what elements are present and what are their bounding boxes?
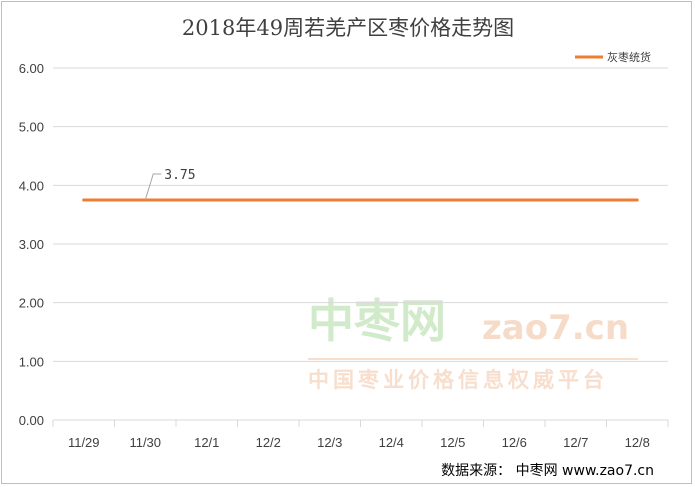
- chart-frame: 2018年49周若羌产区枣价格走势图 中枣网 zao7.cn 中国枣业价格信息权…: [1, 1, 692, 484]
- y-tick-label: 2.00: [19, 296, 44, 311]
- data-label: 3.75: [164, 168, 195, 183]
- legend-label: 灰枣统货: [607, 50, 651, 64]
- x-tick-label: 11/30: [129, 435, 161, 450]
- x-tick-label: 12/6: [502, 435, 527, 450]
- y-tick-labels: 0.00 1.00 2.00 3.00 4.00 5.00 6.00: [19, 61, 44, 428]
- legend: 灰枣统货: [575, 50, 651, 64]
- x-tick-label: 12/3: [317, 435, 342, 450]
- x-tick-label: 12/2: [256, 435, 281, 450]
- watermark-logo-latin: zao7.cn: [482, 308, 629, 348]
- y-tick-label: 6.00: [19, 61, 44, 76]
- data-point: [328, 198, 332, 202]
- x-tick-label: 11/29: [68, 435, 100, 450]
- data-point: [574, 198, 578, 202]
- watermark-logo: 中枣网: [308, 294, 446, 348]
- x-tick-labels: 11/29 11/30 12/1 12/2 12/3 12/4 12/5 12/6 12/7 12…: [68, 435, 650, 450]
- watermark-tagline: 中国枣业价格信息权威平台: [308, 368, 608, 392]
- y-tick-label: 0.00: [19, 413, 44, 428]
- data-point: [451, 198, 455, 202]
- x-tick-label: 12/1: [194, 435, 219, 450]
- x-tick-label: 12/7: [563, 435, 588, 450]
- chart: 2018年49周若羌产区枣价格走势图 中枣网 zao7.cn 中国枣业价格信息权…: [19, 16, 669, 479]
- data-point: [635, 198, 639, 202]
- x-tick-label: 12/8: [625, 435, 650, 450]
- data-label-leader: [144, 173, 162, 201]
- chart-title: 2018年49周若羌产区枣价格走势图: [182, 16, 514, 40]
- watermark: 中枣网 zao7.cn 中国枣业价格信息权威平台: [308, 294, 638, 392]
- y-tick-label: 5.00: [19, 120, 44, 135]
- y-tick-label: 4.00: [19, 178, 44, 193]
- data-point: [205, 198, 209, 202]
- y-tick-label: 3.00: [19, 237, 44, 252]
- series-layer: [82, 198, 639, 202]
- data-source: 数据来源： 中枣网 www.zao7.cn: [441, 463, 654, 479]
- data-point: [266, 198, 270, 202]
- x-tick-label: 12/4: [379, 435, 404, 450]
- x-tick-label: 12/5: [440, 435, 465, 450]
- y-tick-label: 1.00: [19, 354, 44, 369]
- data-point: [82, 198, 86, 202]
- data-point: [389, 198, 393, 202]
- data-label-group: 3.75: [144, 168, 196, 201]
- data-point: [512, 198, 516, 202]
